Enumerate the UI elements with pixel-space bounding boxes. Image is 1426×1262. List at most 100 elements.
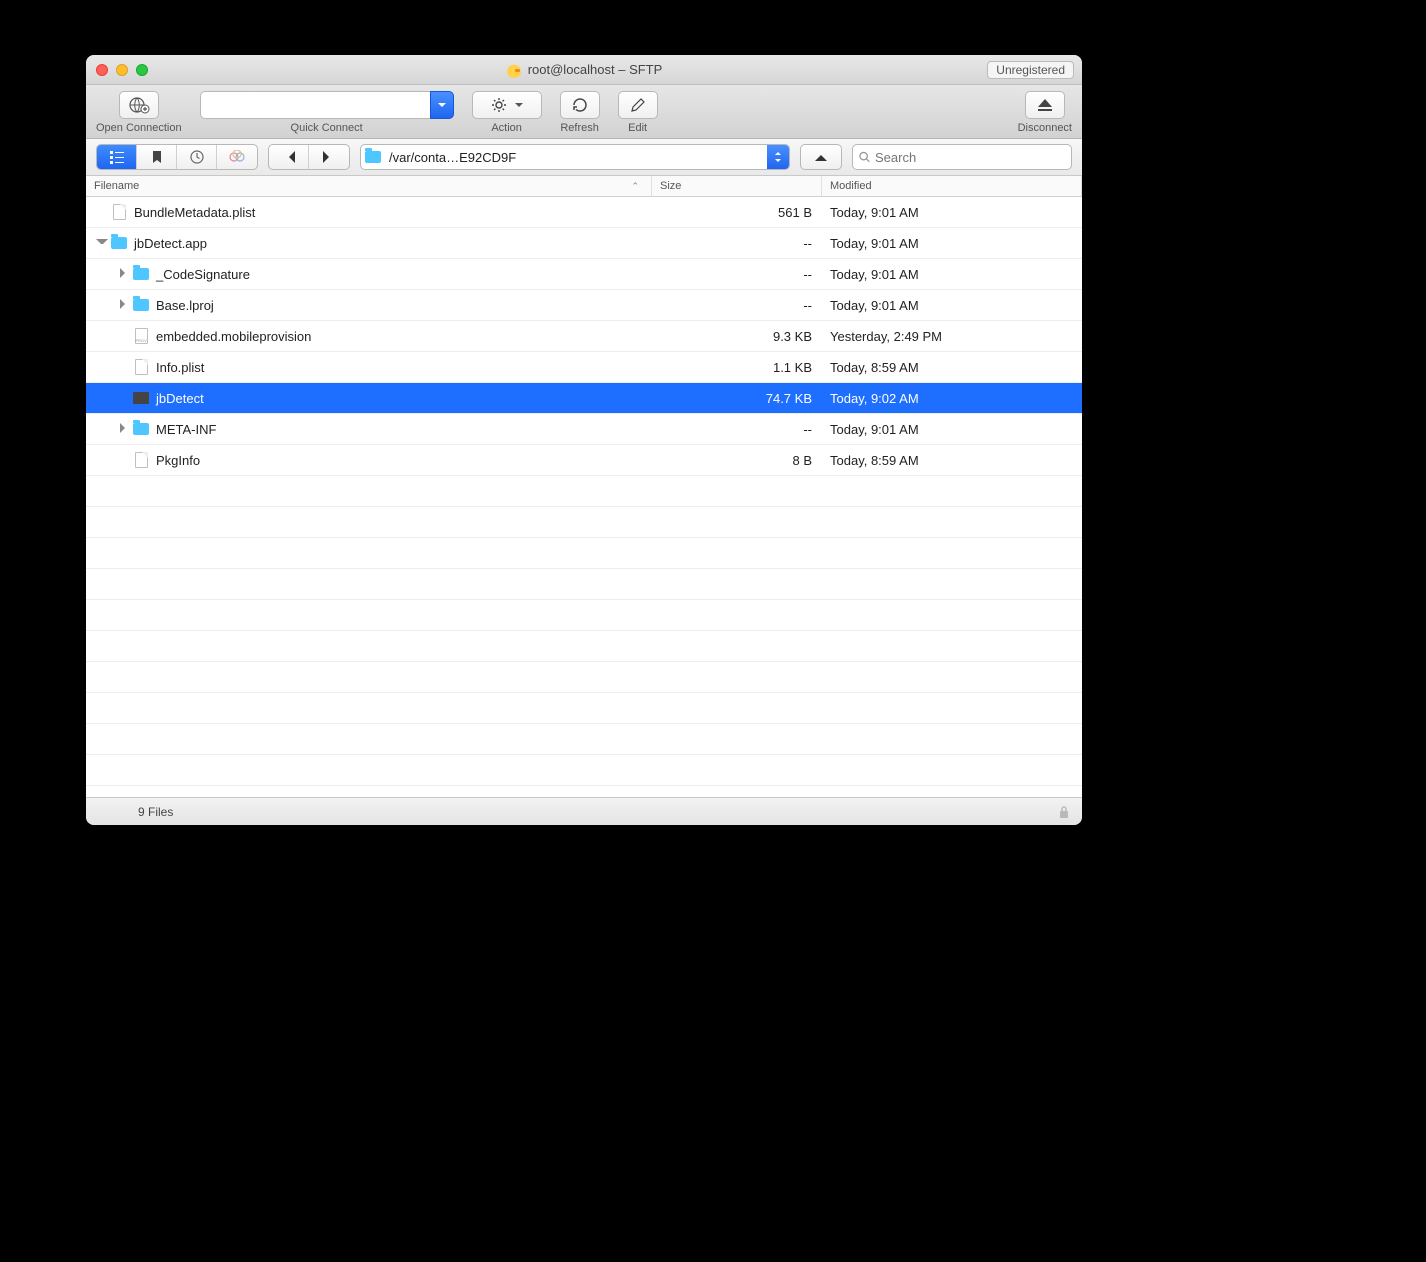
file-name: embedded.mobileprovision (156, 329, 311, 344)
file-size: 9.3 KB (652, 329, 822, 344)
eject-icon (1036, 97, 1054, 113)
window-title: root@localhost – SFTP (86, 62, 1082, 78)
column-modified[interactable]: Modified (822, 176, 1082, 196)
search-input[interactable] (875, 150, 1065, 165)
bonjour-icon (229, 150, 245, 164)
status-count: 9 Files (138, 805, 173, 819)
nav-back-button[interactable] (269, 145, 309, 169)
file-name: Info.plist (156, 360, 204, 375)
action-label: Action (491, 122, 522, 134)
file-row[interactable]: _CodeSignature--Today, 9:01 AM (86, 259, 1082, 290)
view-bookmarks-button[interactable] (137, 145, 177, 169)
file-row[interactable]: PkgInfo8 BToday, 8:59 AM (86, 445, 1082, 476)
disclosure-down-icon[interactable] (96, 237, 108, 249)
column-filename-label: Filename (94, 180, 139, 192)
column-headers: Filename ⌃ Size Modified (86, 176, 1082, 197)
file-modified: Yesterday, 2:49 PM (822, 329, 1082, 344)
empty-row (86, 693, 1082, 724)
view-bonjour-button[interactable] (217, 145, 257, 169)
triangle-up-icon (815, 149, 827, 161)
file-size: -- (652, 298, 822, 313)
folder-icon (132, 265, 150, 283)
minimize-icon[interactable] (116, 64, 128, 76)
file-row[interactable]: BundleMetadata.plist561 BToday, 9:01 AM (86, 197, 1082, 228)
close-icon[interactable] (96, 64, 108, 76)
lock-icon (1058, 805, 1070, 819)
file-size: 74.7 KB (652, 391, 822, 406)
file-name: META-INF (156, 422, 216, 437)
file-row[interactable]: Info.plist1.1 KBToday, 8:59 AM (86, 352, 1082, 383)
search-field[interactable] (852, 144, 1072, 170)
view-mode-segment (96, 144, 258, 170)
disconnect-group: Disconnect (1018, 91, 1072, 134)
disclosure-right-icon[interactable] (118, 423, 130, 435)
column-size[interactable]: Size (652, 176, 822, 196)
refresh-button[interactable] (560, 91, 600, 119)
open-connection-label: Open Connection (96, 122, 182, 134)
unregistered-badge[interactable]: Unregistered (987, 61, 1074, 79)
sort-ascending-icon: ⌃ (631, 181, 639, 192)
file-icon (132, 451, 150, 469)
file-name: _CodeSignature (156, 267, 250, 282)
action-button[interactable] (472, 91, 542, 119)
quick-connect-dropdown[interactable] (430, 91, 454, 119)
path-stepper-icon[interactable] (767, 145, 789, 169)
column-modified-label: Modified (830, 180, 872, 192)
quick-connect-label: Quick Connect (291, 122, 363, 134)
path-field[interactable]: /var/conta…E92CD9F (360, 144, 790, 170)
view-outline-button[interactable] (97, 145, 137, 169)
executable-icon (132, 389, 150, 407)
column-size-label: Size (660, 180, 681, 192)
edit-label: Edit (628, 122, 647, 134)
empty-row (86, 724, 1082, 755)
nav-forward-button[interactable] (309, 145, 349, 169)
folder-icon (361, 151, 385, 163)
edit-group: Edit (618, 91, 658, 134)
disclosure-right-icon[interactable] (118, 299, 130, 311)
edit-button[interactable] (618, 91, 658, 119)
file-row[interactable]: jbDetect 74.7 KBToday, 9:02 AM (86, 383, 1082, 414)
quick-connect-input[interactable] (200, 91, 430, 119)
refresh-label: Refresh (560, 122, 599, 134)
file-modified: Today, 9:01 AM (822, 205, 1082, 220)
status-bar: 9 Files (86, 797, 1082, 825)
file-list[interactable]: BundleMetadata.plist561 BToday, 9:01 AMj… (86, 197, 1082, 797)
file-row[interactable]: Base.lproj--Today, 9:01 AM (86, 290, 1082, 321)
refresh-group: Refresh (560, 91, 600, 134)
open-connection-group: Open Connection (96, 91, 182, 134)
empty-row (86, 631, 1082, 662)
app-window: root@localhost – SFTP Unregistered Open … (86, 55, 1082, 825)
file-row[interactable]: jbDetect.app--Today, 9:01 AM (86, 228, 1082, 259)
maximize-icon[interactable] (136, 64, 148, 76)
file-name: BundleMetadata.plist (134, 205, 255, 220)
window-title-text: root@localhost – SFTP (528, 62, 663, 77)
provision-icon (132, 327, 150, 345)
file-name: Base.lproj (156, 298, 214, 313)
open-connection-button[interactable] (119, 91, 159, 119)
outline-icon (109, 150, 125, 164)
file-icon (110, 203, 128, 221)
file-modified: Today, 9:02 AM (822, 391, 1082, 406)
go-up-button[interactable] (801, 145, 841, 169)
disconnect-button[interactable] (1025, 91, 1065, 119)
disconnect-label: Disconnect (1018, 122, 1072, 134)
action-group: Action (472, 91, 542, 134)
column-filename[interactable]: Filename ⌃ (86, 176, 652, 196)
search-icon (859, 151, 871, 164)
globe-plus-icon (128, 96, 150, 114)
view-history-button[interactable] (177, 145, 217, 169)
file-icon (132, 358, 150, 376)
file-row[interactable]: META-INF--Today, 9:01 AM (86, 414, 1082, 445)
file-row[interactable]: embedded.mobileprovision 9.3 KBYesterday,… (86, 321, 1082, 352)
file-name: PkgInfo (156, 453, 200, 468)
file-name: jbDetect (156, 391, 204, 406)
titlebar: root@localhost – SFTP Unregistered (86, 55, 1082, 85)
toolbar: Open Connection Quick Connect Action (86, 85, 1082, 139)
disclosure-right-icon[interactable] (118, 268, 130, 280)
file-name: jbDetect.app (134, 236, 207, 251)
empty-row (86, 476, 1082, 507)
gear-icon (491, 97, 511, 113)
triangle-right-icon (323, 151, 335, 163)
folder-icon (110, 234, 128, 252)
quick-connect-group: Quick Connect (200, 91, 454, 134)
